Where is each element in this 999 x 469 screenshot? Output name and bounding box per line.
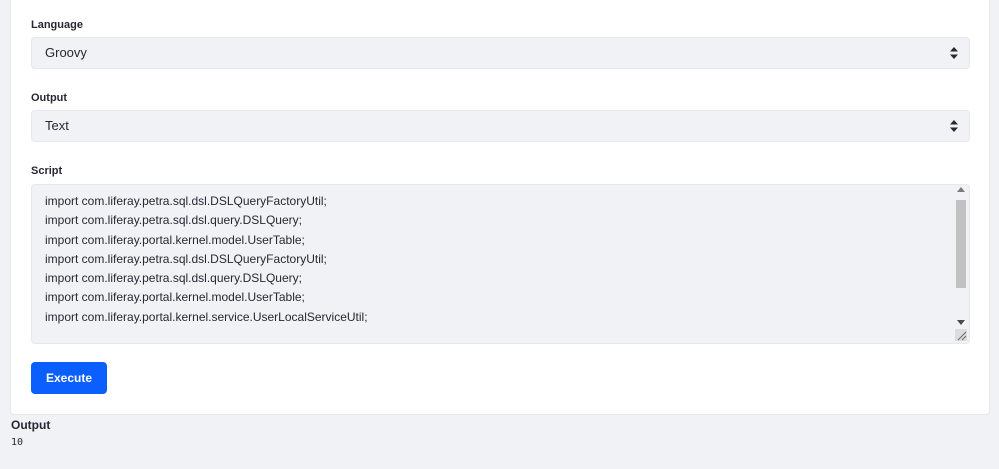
language-label: Language [31,19,83,31]
script-line: import com.liferay.portal.kernel.model.U… [45,232,305,247]
output-value: 10 [11,437,24,448]
scroll-up-arrow-icon[interactable] [957,187,965,192]
script-scrollbar[interactable] [955,187,967,325]
output-selected-value: Text [45,118,69,133]
script-textarea[interactable]: import com.liferay.petra.sql.dsl.DSLQuer… [31,184,970,344]
script-console-card: Language Groovy Output Text Script impor… [10,0,990,415]
script-label: Script [31,165,63,177]
script-content: import com.liferay.petra.sql.dsl.DSLQuer… [45,192,368,327]
script-line: import com.liferay.portal.kernel.service… [45,309,368,324]
resize-grip-icon[interactable] [955,329,967,341]
output-label: Output [31,92,68,104]
output-select[interactable]: Text [31,110,970,142]
caret-double-icon [950,120,958,132]
execute-button[interactable]: Execute [31,362,107,394]
script-line: import com.liferay.petra.sql.dsl.query.D… [45,271,302,286]
script-line: import com.liferay.portal.kernel.model.U… [45,290,305,305]
caret-double-icon [950,47,958,59]
language-selected-value: Groovy [45,45,87,60]
scroll-thumb[interactable] [956,200,966,288]
language-select[interactable]: Groovy [31,37,970,69]
scroll-down-arrow-icon[interactable] [957,320,965,325]
script-line: import com.liferay.petra.sql.dsl.DSLQuer… [45,251,327,266]
output-heading: Output [11,418,51,432]
script-line: import com.liferay.petra.sql.dsl.DSLQuer… [45,194,327,208]
script-line: import com.liferay.petra.sql.dsl.query.D… [45,213,302,228]
